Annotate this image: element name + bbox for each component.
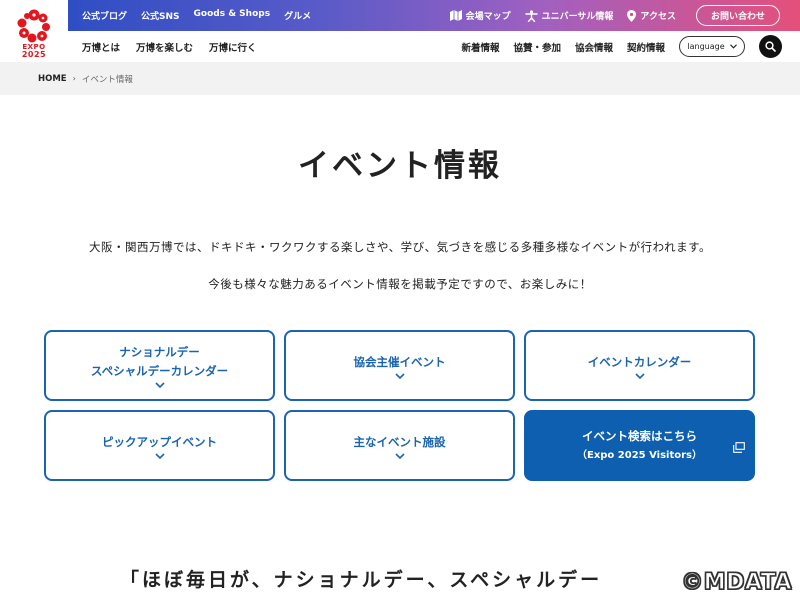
card-label: ピックアップイベント <box>102 434 217 449</box>
intro-text-line2: 今後も様々な魅力あるイベント情報を掲載予定ですので、お楽しみに！ <box>208 277 592 291</box>
breadcrumb-chevron-right-icon: › <box>72 74 76 83</box>
section-heading: 「ほぼ毎日が、ナショナルデー、スペシャルデー <box>120 569 603 591</box>
expo-logo-mark-icon <box>17 9 50 43</box>
search-button[interactable] <box>759 35 782 58</box>
universal-icon <box>524 9 538 22</box>
top-utility-bar: 公式ブログ 公式SNS Goods & Shops グルメ 会場マップ ユニバー… <box>68 0 800 31</box>
card-national-day-calendar[interactable]: ナショナルデー スペシャルデーカレンダー <box>44 330 275 401</box>
universal-info-link[interactable]: ユニバーサル情報 <box>524 9 614 22</box>
access-link[interactable]: アクセス <box>627 9 676 22</box>
card-event-facilities[interactable]: 主なイベント施設 <box>284 410 515 481</box>
nav-news[interactable]: 新着情報 <box>461 40 499 54</box>
map-icon <box>449 10 462 21</box>
logo-year-text: 2025 <box>21 50 47 59</box>
nav-association-info[interactable]: 協会情報 <box>575 40 613 54</box>
top-link-gourmet[interactable]: グルメ <box>284 9 311 22</box>
venue-map-link[interactable]: 会場マップ <box>449 9 511 22</box>
card-label: イベント検索はこちら <box>582 428 697 443</box>
nav-visit-expo[interactable]: 万博に行く <box>209 40 257 54</box>
card-sublabel: （Expo 2025 Visitors） <box>576 449 702 461</box>
main-nav: 万博とは 万博を楽しむ 万博に行く 新着情報 協賛・参加 協会情報 契約情報 l… <box>68 31 800 62</box>
page-title: イベント情報 <box>298 148 502 184</box>
intro-text-line1: 大阪・関西万博では、ドキドキ・ワクワクする楽しさや、学び、気づきを感じる多種多様… <box>89 240 711 254</box>
card-event-calendar[interactable]: イベントカレンダー <box>524 330 755 401</box>
access-label: アクセス <box>640 12 676 22</box>
chevron-down-icon <box>729 44 737 49</box>
top-link-goods[interactable]: Goods & Shops <box>194 9 271 22</box>
expo-logo[interactable]: EXPO 2025 <box>0 0 68 68</box>
card-pickup-events[interactable]: ピックアップイベント <box>44 410 275 481</box>
nav-contract-info[interactable]: 契約情報 <box>627 40 665 54</box>
language-label: language <box>687 42 725 51</box>
chevron-down-icon <box>394 452 405 459</box>
card-label: 協会主催イベント <box>353 354 446 369</box>
chevron-down-icon <box>394 372 405 379</box>
chevron-down-icon <box>634 372 645 379</box>
language-select[interactable]: language <box>679 36 745 57</box>
external-link-icon <box>733 442 745 453</box>
card-association-events[interactable]: 協会主催イベント <box>284 330 515 401</box>
card-event-search[interactable]: イベント検索はこちら （Expo 2025 Visitors） <box>524 410 755 481</box>
breadcrumb-home[interactable]: HOME <box>38 74 67 84</box>
breadcrumb: HOME › イベント情報 <box>0 62 800 95</box>
nav-about-expo[interactable]: 万博とは <box>82 40 120 54</box>
contact-button[interactable]: お問い合わせ <box>695 5 780 26</box>
chevron-down-icon <box>154 452 165 459</box>
nav-enjoy-expo[interactable]: 万博を楽しむ <box>136 40 193 54</box>
card-label: 主なイベント施設 <box>353 434 446 449</box>
venue-map-label: 会場マップ <box>465 12 511 22</box>
card-label: スペシャルデーカレンダー <box>90 364 229 378</box>
universal-info-label: ユニバーサル情報 <box>541 12 614 22</box>
location-pin-icon <box>627 9 637 22</box>
top-link-sns[interactable]: 公式SNS <box>141 9 180 22</box>
card-label: イベントカレンダー <box>587 354 692 369</box>
nav-sponsorship[interactable]: 協賛・参加 <box>513 40 561 54</box>
top-link-blog[interactable]: 公式ブログ <box>82 9 127 22</box>
watermark-text: ©MDATA <box>681 569 793 595</box>
search-icon <box>765 41 776 52</box>
card-label: ナショナルデー <box>119 345 200 359</box>
breadcrumb-current: イベント情報 <box>81 74 133 85</box>
chevron-down-icon <box>154 382 165 388</box>
